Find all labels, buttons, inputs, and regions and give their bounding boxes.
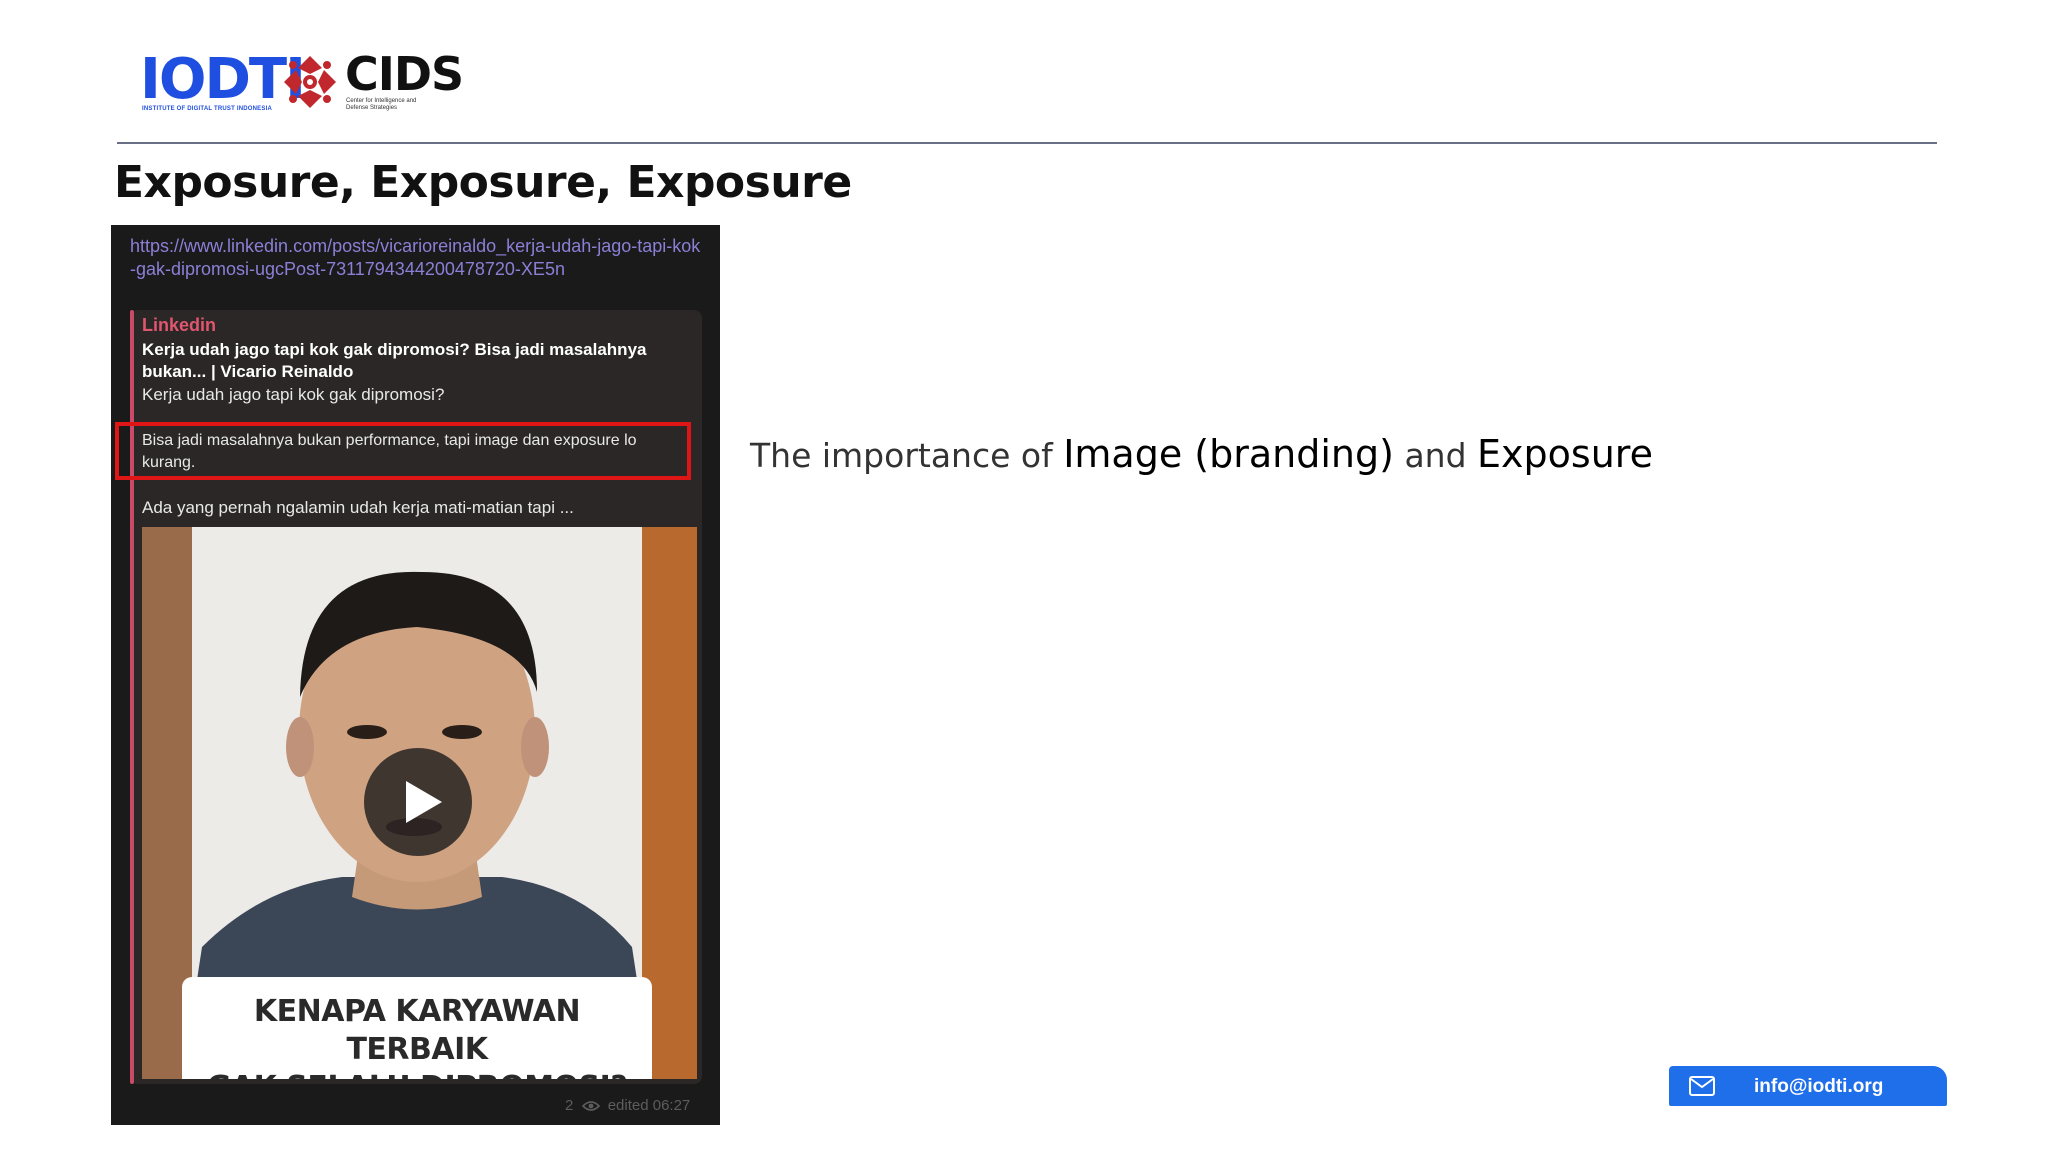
post-url-link[interactable]: https://www.linkedin.com/posts/vicariore…	[130, 235, 706, 281]
slide-title: Exposure, Exposure, Exposure	[114, 157, 852, 208]
importance-prefix: The importance of	[750, 436, 1064, 475]
iodti-logo-subtitle: INSTITUTE OF DIGITAL TRUST INDONESIA	[142, 106, 272, 112]
post-meta: 2 edited 06:27	[565, 1097, 690, 1114]
video-caption: KENAPA KARYAWAN TERBAIK GAK SELALU DIPRO…	[182, 977, 652, 1079]
video-caption-line-1: KENAPA KARYAWAN TERBAIK	[253, 994, 581, 1067]
eye-icon	[581, 1101, 600, 1111]
edited-timestamp: edited 06:27	[607, 1097, 691, 1114]
view-count: 2	[565, 1097, 574, 1114]
play-icon[interactable]	[364, 748, 472, 856]
cids-logo-subtitle: Center for Intelligence and Defense Stra…	[346, 98, 417, 111]
importance-statement: The importance of Image (branding) and E…	[750, 432, 1653, 476]
importance-term-exposure: Exposure	[1477, 432, 1653, 476]
preview-description-line-1: Kerja udah jago tapi kok gak dipromosi?	[142, 385, 445, 404]
highlight-box	[115, 422, 691, 480]
email-badge[interactable]: info@iodti.org	[1669, 1066, 1947, 1106]
cids-logo-word: CIDS	[345, 47, 464, 101]
cids-mark-icon	[284, 56, 336, 108]
cids-logo: CIDS Center for Intelligence and Defense…	[345, 48, 464, 114]
iodti-logo-word: IODTI	[140, 47, 306, 112]
importance-middle: and	[1393, 436, 1478, 475]
importance-term-image: Image (branding)	[1063, 432, 1394, 476]
preview-headline: Kerja udah jago tapi kok gak dipromosi? …	[142, 340, 647, 381]
header-divider	[117, 142, 1937, 144]
iodti-logo: IODTI INSTITUTE OF DIGITAL TRUST INDONES…	[140, 50, 306, 116]
preview-description-line-3: Ada yang pernah ngalamin udah kerja mati…	[142, 498, 574, 517]
video-caption-line-2: GAK SELALU DIPROMOSI?	[182, 1069, 652, 1079]
email-address[interactable]: info@iodti.org	[1754, 1076, 1883, 1098]
mail-icon	[1689, 1076, 1715, 1096]
preview-site-name: Linkedin	[142, 315, 217, 335]
